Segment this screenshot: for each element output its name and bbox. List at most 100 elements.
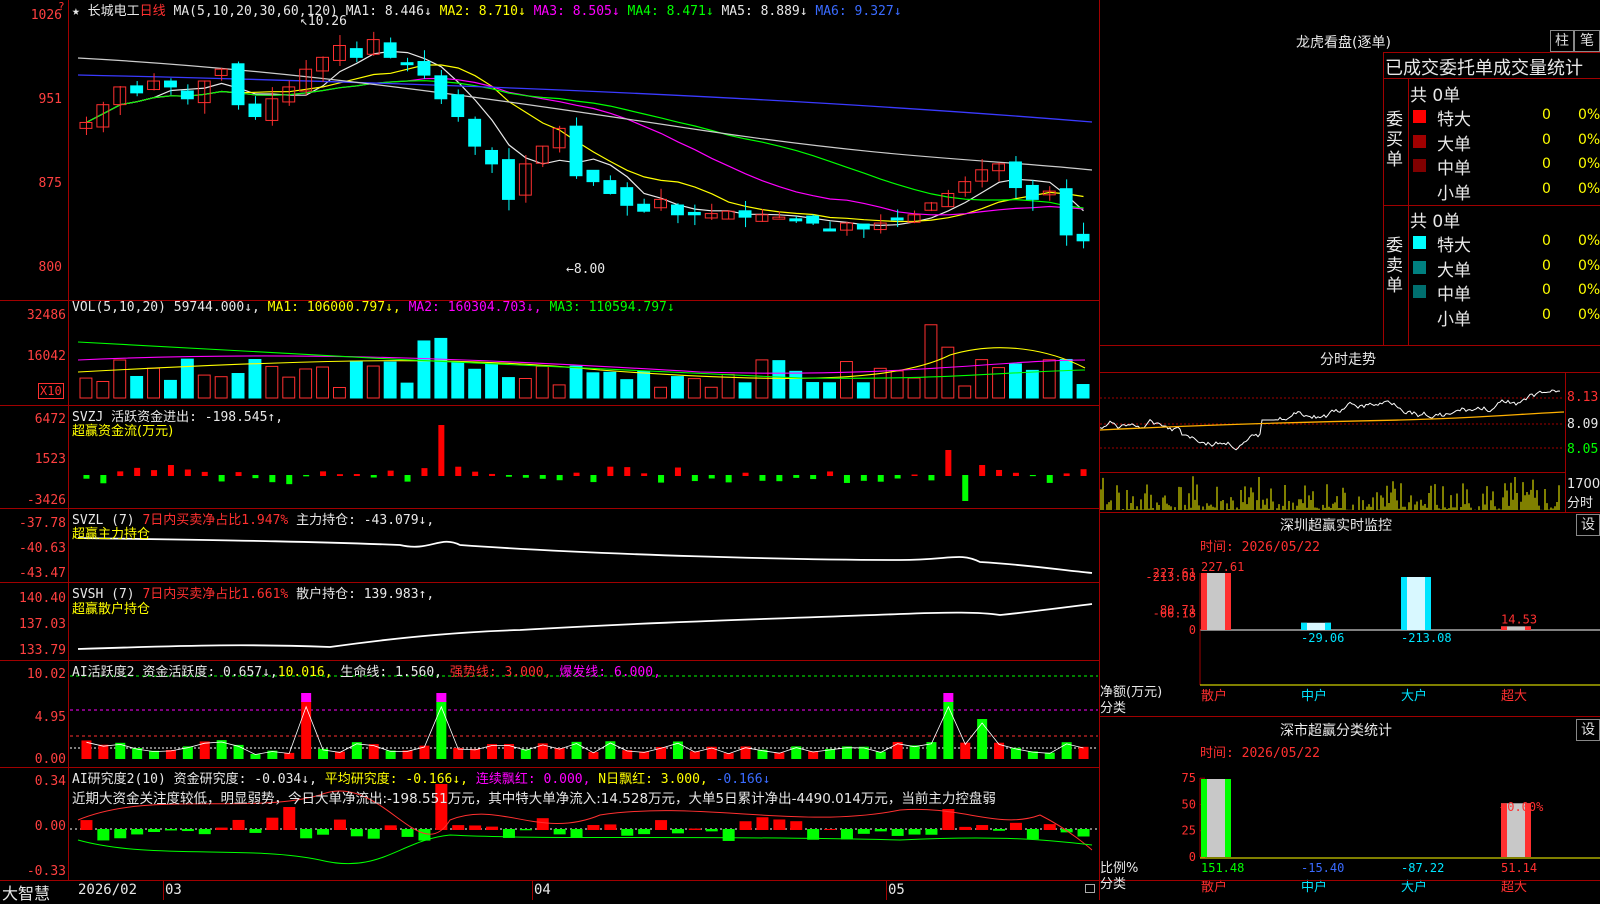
lock-icon[interactable]: [1085, 884, 1095, 893]
sell-total: 共 0单: [1410, 212, 1461, 232]
research-bar: [688, 828, 701, 830]
activity-bar: [470, 748, 481, 759]
candlestick: [383, 42, 397, 58]
svzj-y-tick: 6472: [34, 412, 66, 427]
ai-research-y-tick: 0.00: [34, 819, 66, 834]
order-pct: 0%: [1578, 233, 1600, 249]
research-bar: [317, 829, 330, 835]
vol-panel-title: VOL(5,10,20) 59744.000↓, MA1: 106000.797…: [72, 300, 683, 315]
intraday-vol-tick: 1700: [1567, 477, 1600, 492]
volume-bar: [806, 382, 820, 399]
volume-bar: [1025, 369, 1039, 399]
fund-flow-bar: [810, 475, 817, 480]
volume-bar: [552, 384, 566, 399]
order-category-label: 大单: [1437, 134, 1471, 155]
svzl-y-tick: -37.78: [19, 516, 66, 531]
price-y-tick: 875: [38, 176, 62, 191]
ai-research-c: 连续飘红: 0.000,: [475, 772, 591, 787]
brand-label[interactable]: 大智慧: [2, 880, 50, 904]
svzl-y-tick: -43.47: [19, 566, 66, 581]
favorite-star-icon[interactable]: ★: [72, 4, 80, 19]
candlestick: [468, 118, 482, 147]
volume-bar: [603, 371, 617, 399]
sz-class-time: 时间: 2026/05/22: [1200, 746, 1320, 761]
sz-monitor-title: 深圳超赢实时监控: [1280, 518, 1392, 534]
research-bar: [300, 829, 313, 839]
intraday-price-line: [1099, 389, 1561, 451]
date-label: 2026/02: [78, 882, 138, 898]
candlestick: [485, 149, 499, 165]
volume-bar: [451, 362, 465, 399]
candlestick: [400, 62, 414, 66]
order-pct: 0%: [1578, 282, 1600, 298]
class-bar-edge: [1201, 779, 1207, 857]
research-bar: [401, 829, 414, 837]
date-label: 05: [888, 882, 905, 898]
volume-bar: [485, 363, 499, 399]
volume-bar: [366, 365, 380, 399]
research-bar: [638, 829, 651, 835]
fund-flow-bar: [522, 475, 529, 478]
ai-research-d: N日飘红: 3.000,: [598, 772, 708, 787]
fund-flow-bar: [438, 425, 445, 476]
zhu-button[interactable]: 柱: [1550, 30, 1574, 52]
ai-research-e: -0.166↓: [715, 772, 771, 787]
activity-bar: [368, 744, 379, 759]
activity-burst-cap: [301, 693, 312, 702]
fund-flow-bar: [404, 475, 411, 482]
research-bar: [452, 825, 465, 830]
candlestick: [738, 210, 752, 218]
corner-question-icon[interactable]: ?: [58, 0, 65, 13]
ma-line-60: [77, 57, 1093, 171]
volume-bar: [96, 380, 110, 399]
candlestick: [603, 180, 617, 194]
research-bar: [469, 825, 482, 830]
vol-ma-value-2: MA2: 160304.703↓,: [408, 300, 542, 315]
intraday-title: 分时走势: [1320, 352, 1376, 368]
ai-active-y-tick: 0.00: [34, 752, 66, 767]
research-bar: [655, 820, 668, 830]
ai-research-header: AI研究度2(10): [72, 772, 166, 787]
monitor-bar-edge: [1225, 573, 1231, 630]
ma-value-4: MA4: 8.471↓: [627, 4, 714, 19]
stock-name[interactable]: 长城电工: [88, 4, 140, 19]
svzl-subtitle: 超赢主力持仓: [72, 527, 151, 542]
volume-bar: [687, 378, 701, 399]
class-y-tick: 25: [1182, 824, 1196, 838]
intraday-y-tick: 8.13: [1567, 390, 1599, 405]
monitor-bar-edge: [1501, 626, 1507, 630]
sz-monitor-time: 时间: 2026/05/22: [1200, 540, 1320, 555]
fund-flow-bar: [269, 475, 276, 483]
research-bar: [824, 828, 837, 830]
research-bar: [722, 829, 735, 841]
class-value-label: 51.14: [1501, 861, 1537, 875]
activity-bar: [977, 719, 988, 759]
volume-bar: [907, 377, 921, 399]
main-holding-line: [77, 537, 1093, 574]
category-swatch: [1413, 110, 1426, 123]
svzl-hold: 主力持仓: -43.079↓,: [296, 513, 435, 528]
sz-monitor-settings-button[interactable]: 设: [1576, 514, 1600, 536]
bi-button[interactable]: 笔: [1574, 30, 1600, 52]
class-bar-edge: [1225, 779, 1231, 857]
research-bar: [164, 829, 177, 831]
volume-bar: [535, 365, 549, 399]
order-pct: 0%: [1578, 156, 1600, 172]
sz-class-settings-button[interactable]: 设: [1576, 719, 1600, 741]
monitor-value-label: -213.08: [1401, 631, 1452, 645]
candlestick: [823, 228, 836, 232]
ai-active-c: 生命线: 1.560,: [340, 665, 443, 680]
category-swatch: [1413, 285, 1426, 298]
order-count: 0: [1542, 282, 1551, 298]
research-bar: [671, 829, 684, 834]
period-label[interactable]: 日线: [140, 4, 166, 19]
candlestick: [671, 204, 684, 216]
buy-side-label: 委买单: [1386, 110, 1403, 170]
candlestick: [1059, 188, 1073, 236]
research-bar: [1026, 829, 1039, 840]
class-category-label: 散户: [1201, 879, 1227, 895]
research-bar: [536, 818, 549, 830]
volume-bar: [417, 340, 431, 399]
research-bar: [249, 829, 262, 833]
chart-canvas[interactable]: 227.6180.710-66.18-213.08227.61散户-29.06中…: [0, 0, 1600, 900]
